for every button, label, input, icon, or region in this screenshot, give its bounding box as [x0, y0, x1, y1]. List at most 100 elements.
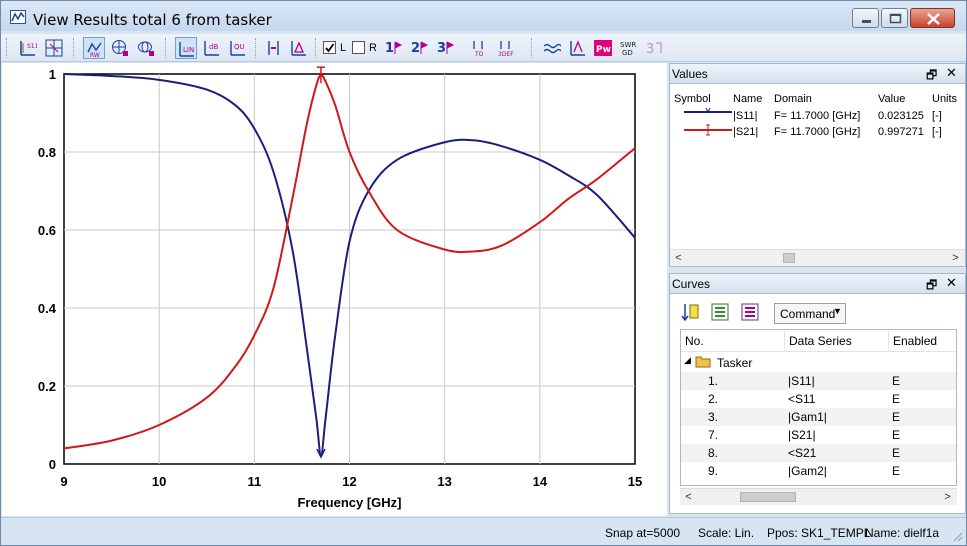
tree-group-label: Tasker [717, 356, 753, 370]
curves-panel: Curves 🗗 ✕ Command ▼ No. Data Series Ena… [669, 273, 966, 514]
close-icon[interactable]: ✕ [946, 275, 957, 291]
app-chart-icon [10, 10, 26, 24]
values-col-symbol[interactable]: Symbol [674, 93, 711, 105]
curves-hscroll[interactable]: < > [680, 488, 957, 505]
curve-series: |Gam2| [788, 464, 827, 478]
maximize-button[interactable] [881, 8, 908, 28]
add-curve-icon[interactable] [710, 302, 732, 324]
swr-gd-icon[interactable]: SWR GD [618, 37, 640, 59]
toolbar-grip[interactable] [165, 38, 168, 58]
values-panel-header[interactable]: Values 🗗 ✕ [670, 64, 965, 84]
scroll-thumb[interactable] [740, 492, 796, 502]
close-button[interactable] [910, 8, 955, 28]
wave-icon[interactable] [541, 37, 563, 59]
values-hscroll[interactable]: < > [670, 249, 965, 266]
values-col-domain[interactable]: Domain [774, 93, 812, 105]
smith-chart-icon[interactable] [109, 37, 131, 59]
svg-text:QU: QU [234, 43, 245, 51]
toolbar-grip[interactable] [255, 38, 258, 58]
tree-group-tasker[interactable]: ◢ Tasker [681, 354, 956, 372]
window-title: View Results total 6 from tasker [33, 11, 272, 29]
status-snap: Snap at=5000 [605, 526, 681, 540]
table-row[interactable]: 8. <S21 E [681, 444, 956, 462]
status-scale: Scale: Lin. [698, 526, 755, 540]
right-axis-label: R [369, 42, 377, 54]
values-row-domain: F= 11.7000 [GHz] [774, 110, 861, 122]
close-icon[interactable]: ✕ [946, 65, 957, 81]
y-tick-label: 0.8 [38, 145, 56, 160]
table-row[interactable]: 7. |S21| E [681, 426, 956, 444]
scroll-left-icon[interactable]: < [670, 250, 687, 266]
svg-text:SWR: SWR [620, 41, 636, 49]
curve-enabled: E [892, 392, 901, 406]
marker-to-icon[interactable]: TO [468, 37, 490, 59]
toolbar-grip[interactable] [73, 38, 76, 58]
marker-icon[interactable] [263, 37, 285, 59]
curve-enabled: E [892, 374, 901, 388]
table-row[interactable]: 1. |S11| E [681, 372, 956, 390]
values-row-units: [-] [932, 110, 942, 122]
s11-axis-icon[interactable]: S11 [17, 37, 39, 59]
sort-curves-icon[interactable] [680, 302, 702, 324]
curves-col-series[interactable]: Data Series [785, 330, 889, 352]
y-tick-label: 0.4 [38, 301, 57, 316]
curves-col-no[interactable]: No. [681, 330, 785, 352]
db-scale-icon[interactable]: dB [201, 37, 223, 59]
values-panel: Values 🗗 ✕ Symbol Name Domain Value Unit… [669, 63, 966, 267]
values-row-name: |S21| [733, 126, 759, 138]
toolbar-grip[interactable] [6, 38, 9, 58]
help-icon[interactable]: 3 [644, 37, 666, 59]
table-row[interactable]: 3. |Gam1| E [681, 408, 956, 426]
x-tick-label: 13 [437, 474, 451, 489]
toolbar-grip[interactable] [531, 38, 534, 58]
values-row-value: 0.023125 [878, 110, 924, 122]
marker-def-icon[interactable]: 3DEF [495, 37, 517, 59]
remove-curve-icon[interactable] [740, 302, 762, 324]
svg-text:LIN: LIN [183, 46, 194, 54]
frequency-response-chart[interactable]: 9 10 11 12 13 14 15 0 0.2 0.4 0.6 0.8 1 Frequency [GH… [2, 63, 667, 516]
curves-panel-header[interactable]: Curves 🗗 ✕ [670, 274, 965, 294]
polar-chart-icon[interactable] [135, 37, 157, 59]
expand-triangle-icon[interactable]: ◢ [684, 355, 691, 366]
command-label: Command [780, 307, 836, 321]
curves-col-enabled[interactable]: Enabled [889, 330, 956, 352]
values-col-name[interactable]: Name [733, 93, 762, 105]
curve-no: 8. [708, 446, 719, 460]
marker-1-icon[interactable]: 1 [383, 37, 405, 59]
scroll-thumb[interactable] [783, 253, 795, 263]
resize-grip-icon[interactable] [951, 530, 963, 542]
curve-series: <S11 [788, 392, 816, 406]
marker-3-icon[interactable]: 3 [435, 37, 457, 59]
title-bar[interactable]: View Results total 6 from tasker [1, 1, 966, 31]
command-dropdown[interactable]: Command ▼ [774, 303, 846, 324]
rw-plot-icon[interactable]: RW [83, 37, 105, 59]
scroll-right-icon[interactable]: > [947, 250, 964, 266]
scroll-left-icon[interactable]: < [680, 489, 697, 505]
table-row[interactable]: 2. <S11 E [681, 390, 956, 408]
lin-scale-icon[interactable]: LIN [175, 37, 197, 59]
qu-scale-icon[interactable]: QU [227, 37, 249, 59]
right-axis-checkbox[interactable] [352, 41, 365, 54]
values-row-units: [-] [932, 126, 942, 138]
axis-scale-icon[interactable] [43, 37, 65, 59]
plot-area[interactable]: 9 10 11 12 13 14 15 0 0.2 0.4 0.6 0.8 1 Frequency [GH… [2, 63, 667, 516]
tune-icon[interactable] [567, 37, 589, 59]
scroll-right-icon[interactable]: > [939, 489, 956, 505]
restore-icon[interactable]: 🗗 [926, 66, 937, 87]
svg-text:TO: TO [474, 51, 484, 57]
values-col-value[interactable]: Value [878, 93, 905, 105]
curve-series: <S21 [788, 446, 817, 460]
svg-text:3DEF: 3DEF [498, 51, 514, 57]
marker-delta-icon[interactable] [288, 37, 310, 59]
pw-icon[interactable]: Pw [592, 37, 614, 59]
svg-text:3: 3 [437, 41, 446, 56]
toolbar-grip[interactable] [315, 38, 318, 58]
values-col-units[interactable]: Units [932, 93, 957, 105]
minimize-button[interactable] [852, 8, 879, 28]
marker-2-icon[interactable]: 2 [409, 37, 431, 59]
x-axis-label: Frequency [GHz] [297, 495, 401, 510]
svg-text:2: 2 [411, 41, 420, 56]
left-axis-checkbox[interactable] [323, 41, 336, 54]
table-row[interactable]: 9. |Gam2| E [681, 462, 956, 480]
restore-icon[interactable]: 🗗 [926, 276, 937, 297]
